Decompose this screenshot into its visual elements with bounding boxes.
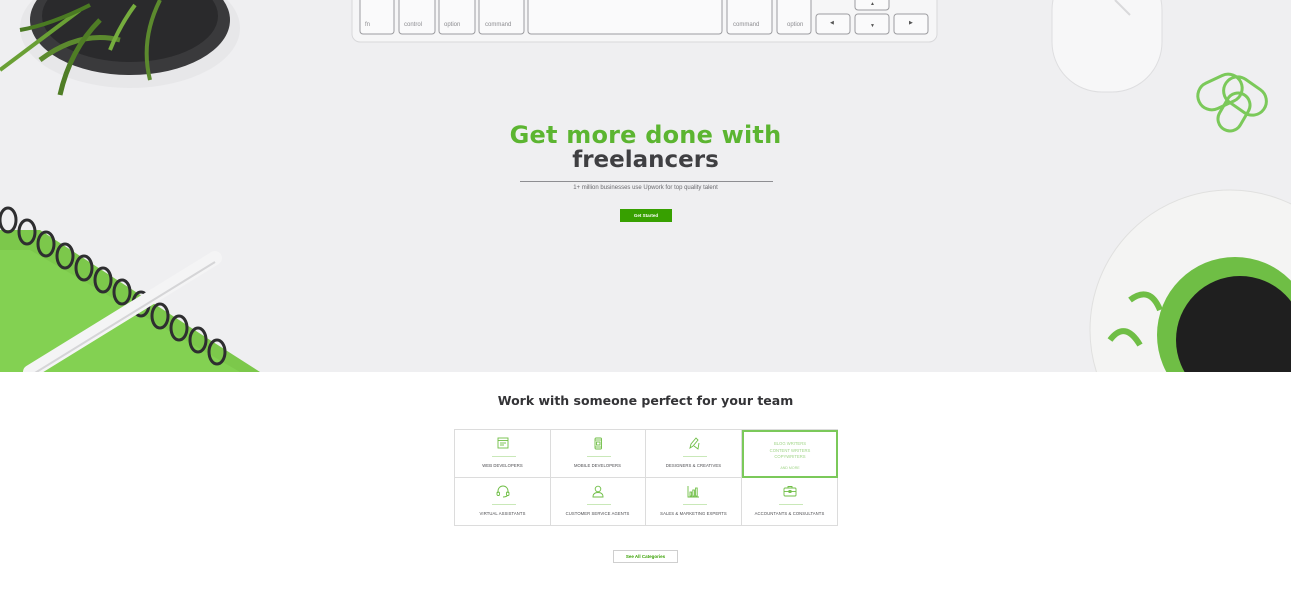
category-label: CUSTOMER SERVICE AGENTS: [565, 511, 630, 516]
writer-item: COPYWRITERS: [774, 454, 806, 459]
category-label: WEB DEVELOPERS: [482, 463, 523, 468]
category-underline: [779, 504, 803, 505]
arrow-down-icon: ▼: [870, 23, 875, 29]
hero-subtitle: 1+ million businesses use Upwork for top…: [573, 185, 718, 191]
category-label: DESIGNERS & CREATIVES: [665, 463, 722, 468]
key-control: control: [404, 22, 423, 28]
category-underline: [492, 504, 516, 505]
get-started-button[interactable]: Get Started: [620, 209, 672, 222]
writers-list: BLOG WRITERS CONTENT WRITERS COPYWRITERS: [744, 441, 836, 461]
category-underline: [492, 456, 516, 457]
green-notebook: [0, 206, 260, 372]
bar-chart-icon: [687, 486, 699, 498]
category-label: MOBILE DEVELOPERS: [573, 463, 622, 468]
category-designers-creatives[interactable]: DESIGNERS & CREATIVES: [646, 430, 742, 478]
category-web-developers[interactable]: WEB DEVELOPERS: [455, 430, 551, 478]
category-label: SALES & MARKETING EXPERTS: [660, 511, 727, 516]
category-sales-marketing-experts[interactable]: SALES & MARKETING EXPERTS: [646, 478, 742, 526]
category-customer-service-agents[interactable]: CUSTOMER SERVICE AGENTS: [550, 478, 646, 526]
key-fn: fn: [365, 22, 371, 28]
browser-window-icon: [497, 437, 508, 449]
see-all-categories-button[interactable]: See All Categories: [613, 550, 678, 563]
section-title: Work with someone perfect for your team: [497, 393, 794, 408]
keyboard: [351, 0, 938, 43]
hero-banner: fn control option command command option…: [0, 0, 1291, 372]
category-accountants-consultants[interactable]: ACCOUNTANTS & CONSULTANTS: [742, 478, 838, 526]
category-label: ACCOUNTANTS & CONSULTANTS: [754, 511, 825, 516]
hero-divider: [520, 181, 773, 182]
key-command-right: command: [733, 22, 760, 28]
category-mobile-developers[interactable]: MOBILE DEVELOPERS: [550, 430, 646, 478]
category-underline: [587, 504, 611, 505]
user-icon: [592, 485, 603, 498]
briefcase-icon: [783, 486, 796, 497]
and-more-link[interactable]: AND MORE: [744, 466, 836, 470]
mobile-phone-icon: [594, 437, 602, 450]
category-grid: WEB DEVELOPERS MOBILE DEVELOPERS DESIGNE…: [454, 429, 838, 526]
category-underline: [587, 456, 611, 457]
hero-title-line1: Get more done with: [509, 121, 782, 149]
category-label: VIRTUAL ASSISTANTS: [479, 511, 526, 516]
arrow-left-icon: ◀: [830, 20, 834, 26]
category-underline: [683, 456, 707, 457]
hero-title-line2: freelancers: [572, 147, 719, 173]
category-writers-highlighted[interactable]: BLOG WRITERS CONTENT WRITERS COPYWRITERS…: [742, 430, 838, 478]
design-pencil-icon: [688, 437, 699, 450]
headset-icon: [496, 485, 509, 498]
plant-pot: [0, 0, 240, 96]
key-option-right: option: [787, 22, 804, 28]
key-command-left: command: [485, 22, 512, 28]
mouse: [1051, 0, 1163, 93]
key-option-left: option: [444, 22, 461, 28]
arrow-up-icon: ▲: [870, 1, 875, 7]
category-virtual-assistants[interactable]: VIRTUAL ASSISTANTS: [455, 478, 551, 526]
coffee-mug: [1089, 189, 1291, 372]
category-underline: [683, 504, 707, 505]
arrow-right-icon: ▶: [909, 20, 913, 26]
